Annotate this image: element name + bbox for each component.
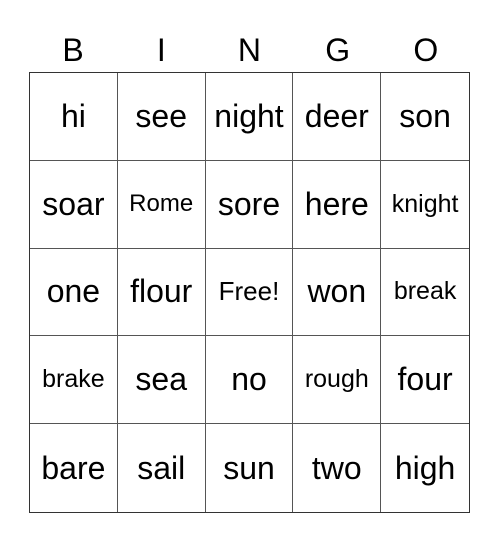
bingo-cell[interactable]: see [117, 73, 206, 161]
bingo-cell[interactable]: won [293, 248, 382, 337]
bingo-cell[interactable]: son [381, 73, 469, 161]
bingo-cell[interactable]: hi [30, 73, 118, 161]
bingo-cell[interactable]: flour [117, 248, 206, 337]
bingo-cell[interactable]: one [30, 248, 118, 337]
header-letter-n: N [237, 32, 262, 68]
bingo-cell[interactable]: Rome [117, 160, 206, 249]
bingo-cell[interactable]: two [293, 424, 382, 512]
header-letter-g: G [325, 32, 351, 68]
bingo-cell[interactable]: sun [206, 424, 294, 512]
bingo-cell[interactable]: high [381, 424, 469, 512]
bingo-cell[interactable]: brake [30, 336, 118, 425]
bingo-cell[interactable]: bare [30, 424, 118, 512]
bingo-header: B I N G O [29, 28, 470, 72]
free-space-cell[interactable]: Free! [205, 248, 294, 337]
header-letter-i: I [156, 32, 166, 68]
bingo-cell[interactable]: knight [381, 161, 469, 249]
bingo-cell[interactable]: here [293, 160, 382, 249]
bingo-cell[interactable]: soar [30, 160, 118, 249]
bingo-cell[interactable]: rough [293, 336, 382, 425]
bingo-card-grid: hi see night deer son soar Rome sore her… [29, 72, 470, 513]
bingo-cell[interactable]: sore [205, 160, 294, 249]
bingo-cell[interactable]: sea [117, 336, 206, 425]
header-letter-b: B [62, 32, 84, 68]
bingo-cell[interactable]: break [381, 249, 469, 337]
bingo-cell[interactable]: deer [293, 73, 382, 161]
bingo-cell[interactable]: sail [118, 424, 206, 512]
bingo-cell[interactable]: night [205, 73, 294, 161]
bingo-cell[interactable]: no [205, 336, 294, 425]
bingo-cell[interactable]: four [381, 336, 469, 425]
header-letter-o: O [413, 32, 439, 68]
